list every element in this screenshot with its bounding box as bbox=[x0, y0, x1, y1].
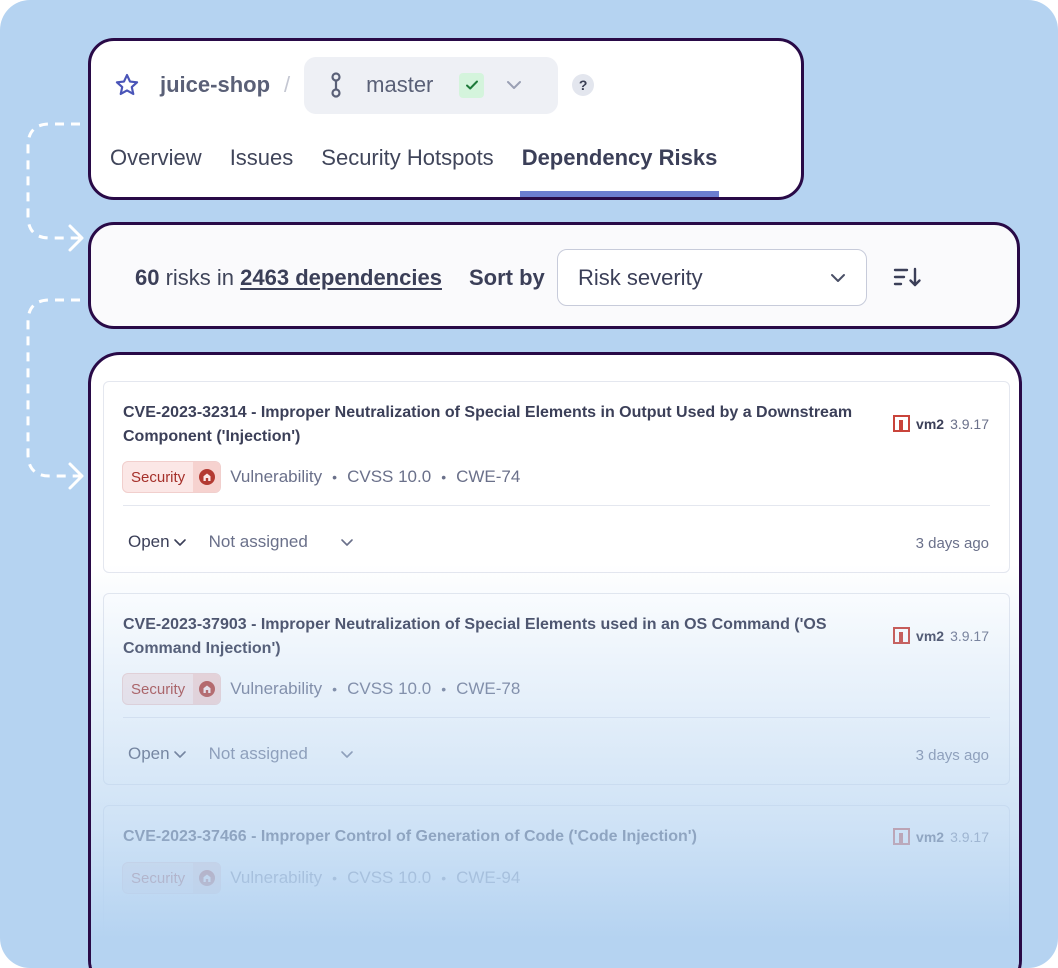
risk-age: 3 days ago bbox=[915, 747, 989, 764]
risks-in-text: risks in bbox=[159, 265, 241, 290]
package-version: 3.9.17 bbox=[950, 415, 989, 432]
assignee-value: Not assigned bbox=[208, 532, 308, 551]
security-badge: Security bbox=[122, 673, 222, 705]
package-name: vm2 bbox=[916, 828, 945, 845]
chevron-down-icon bbox=[173, 751, 186, 758]
separator-dot: • bbox=[332, 469, 338, 485]
chevron-down-icon bbox=[341, 539, 353, 546]
security-badge: Security bbox=[122, 862, 222, 894]
security-badge-label: Security bbox=[131, 869, 186, 887]
cwe-id: CWE-74 bbox=[456, 467, 521, 486]
security-badge-label: Security bbox=[131, 680, 186, 698]
tab-bar: Overview Issues Security Hotspots Depend… bbox=[110, 141, 745, 197]
separator-dot: • bbox=[441, 870, 447, 886]
risk-item[interactable]: CVE-2023-37903 - Improper Neutralization… bbox=[103, 593, 1010, 785]
sort-by-value: Risk severity bbox=[578, 264, 703, 290]
star-icon[interactable] bbox=[113, 71, 141, 99]
package-version: 3.9.17 bbox=[950, 828, 989, 845]
sort-order-icon[interactable] bbox=[893, 267, 923, 289]
risk-footer: Open Not assigned bbox=[128, 744, 354, 764]
package-name: vm2 bbox=[916, 627, 945, 644]
branch-selector[interactable]: master bbox=[304, 56, 559, 114]
status-value: Open bbox=[128, 744, 170, 763]
chevron-down-icon bbox=[831, 273, 845, 282]
risk-list-card: CVE-2023-32314 - Improper Neutralization… bbox=[88, 352, 1022, 968]
npm-icon bbox=[893, 627, 911, 644]
sort-by-select[interactable]: Risk severity bbox=[557, 249, 867, 306]
quality-gate-passed-badge bbox=[459, 72, 485, 98]
risk-meta: Security Vulnerability • CVSS 10.0 • CWE… bbox=[122, 673, 520, 705]
cwe-id: CWE-78 bbox=[456, 679, 521, 698]
package-name: vm2 bbox=[916, 415, 945, 432]
dependencies-link[interactable]: 2463 dependencies bbox=[240, 265, 442, 290]
risk-footer: Open Not assigned bbox=[128, 532, 354, 552]
separator-dot: • bbox=[441, 681, 447, 697]
risk-count: 60 bbox=[135, 265, 160, 290]
risk-meta: Security Vulnerability • CVSS 10.0 • CWE… bbox=[122, 862, 520, 894]
project-name[interactable]: juice-shop bbox=[160, 72, 270, 98]
chevron-down-icon bbox=[506, 80, 522, 90]
risk-age: 3 days ago bbox=[915, 535, 989, 552]
divider bbox=[123, 505, 990, 506]
assignee-dropdown[interactable]: Not assigned bbox=[209, 744, 354, 764]
tab-dependency-risks[interactable]: Dependency Risks bbox=[519, 141, 719, 197]
security-badge-label: Security bbox=[131, 468, 186, 486]
risk-item[interactable]: CVE-2023-32314 - Improper Neutralization… bbox=[103, 381, 1010, 573]
cvss-score: CVSS 10.0 bbox=[347, 467, 432, 486]
package-info: vm2 3.9.17 bbox=[893, 415, 989, 432]
cvss-score: CVSS 10.0 bbox=[347, 868, 432, 887]
shield-icon bbox=[193, 863, 221, 893]
cvss-score: CVSS 10.0 bbox=[347, 679, 432, 698]
chevron-down-icon bbox=[173, 539, 186, 546]
divider bbox=[123, 717, 990, 718]
branch-name: master bbox=[366, 72, 434, 97]
help-icon[interactable]: ? bbox=[572, 74, 595, 96]
branch-icon bbox=[328, 72, 344, 98]
status-dropdown[interactable]: Open bbox=[128, 532, 187, 552]
cwe-id: CWE-94 bbox=[456, 868, 521, 887]
npm-icon bbox=[893, 828, 911, 845]
npm-icon bbox=[893, 415, 911, 432]
package-info: vm2 3.9.17 bbox=[893, 828, 989, 845]
package-info: vm2 3.9.17 bbox=[893, 627, 989, 644]
risk-title[interactable]: CVE-2023-37466 - Improper Control of Gen… bbox=[123, 825, 883, 849]
project-header-card: juice-shop / master ? Overview Issues Se… bbox=[88, 38, 804, 200]
assignee-dropdown[interactable]: Not assigned bbox=[209, 532, 354, 552]
risk-item[interactable]: CVE-2023-37466 - Improper Control of Gen… bbox=[103, 805, 1010, 965]
assignee-value: Not assigned bbox=[208, 744, 308, 763]
tab-issues[interactable]: Issues bbox=[230, 141, 294, 197]
risk-type: Vulnerability bbox=[230, 679, 323, 698]
separator-dot: • bbox=[332, 681, 338, 697]
check-icon bbox=[465, 80, 478, 90]
sort-by-label: Sort by bbox=[469, 265, 545, 290]
separator-dot: • bbox=[441, 469, 447, 485]
risk-filter-bar: 60 risks in 2463 dependencies Sort by Ri… bbox=[88, 222, 1020, 329]
security-badge: Security bbox=[122, 461, 222, 493]
risk-title[interactable]: CVE-2023-37903 - Improper Neutralization… bbox=[123, 613, 883, 661]
separator-dot: • bbox=[332, 870, 338, 886]
chevron-down-icon bbox=[341, 751, 353, 758]
page-background: juice-shop / master ? Overview Issues Se… bbox=[0, 0, 1058, 968]
shield-icon bbox=[193, 674, 221, 704]
risk-type: Vulnerability bbox=[230, 467, 323, 486]
breadcrumb: juice-shop / master ? bbox=[113, 56, 595, 114]
package-version: 3.9.17 bbox=[950, 627, 989, 644]
shield-icon bbox=[193, 462, 221, 492]
status-value: Open bbox=[128, 532, 170, 551]
risk-meta: Security Vulnerability • CVSS 10.0 • CWE… bbox=[122, 461, 520, 493]
connector-arrow-top bbox=[26, 122, 84, 252]
risk-summary: 60 risks in 2463 dependencies bbox=[135, 265, 442, 291]
status-dropdown[interactable]: Open bbox=[128, 744, 187, 764]
risk-type: Vulnerability bbox=[230, 868, 323, 887]
risk-list: CVE-2023-32314 - Improper Neutralization… bbox=[103, 381, 1010, 968]
tab-overview[interactable]: Overview bbox=[110, 141, 202, 197]
breadcrumb-separator: / bbox=[284, 72, 291, 97]
risk-title[interactable]: CVE-2023-32314 - Improper Neutralization… bbox=[123, 401, 883, 449]
tab-security-hotspots[interactable]: Security Hotspots bbox=[321, 141, 493, 197]
connector-arrow-bottom bbox=[26, 298, 84, 490]
